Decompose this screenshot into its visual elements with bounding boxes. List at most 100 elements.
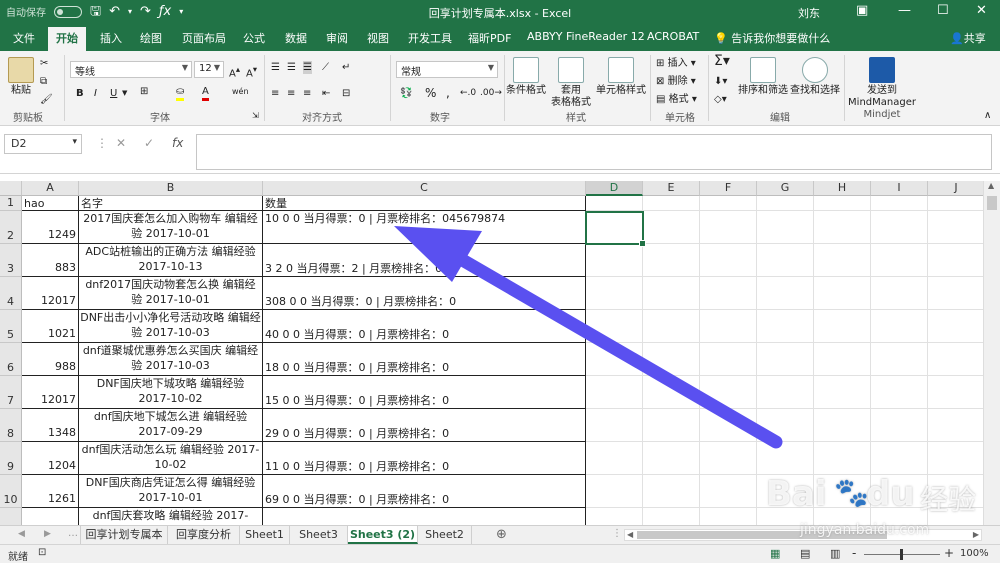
empty-cell[interactable]	[757, 376, 814, 409]
zoom-level[interactable]: 100%	[960, 548, 989, 559]
font-size-select[interactable]: 12 ▼	[194, 61, 224, 78]
empty-cell[interactable]	[928, 211, 985, 244]
column-header-h[interactable]: H	[814, 181, 871, 196]
row-header[interactable]: 1	[0, 196, 22, 211]
scroll-left-icon[interactable]: ◀	[627, 530, 633, 539]
empty-cell[interactable]	[814, 475, 871, 508]
sheet-prev-icon[interactable]: ◀	[18, 529, 25, 539]
decrease-decimal-icon[interactable]: .00→	[480, 87, 502, 100]
empty-cell[interactable]	[586, 343, 643, 376]
row-header[interactable]: 5	[0, 310, 22, 343]
table-format-button[interactable]: 套用 表格格式	[548, 57, 594, 109]
page-break-view-icon[interactable]: ▥	[830, 547, 840, 560]
phonetic-button[interactable]: wén	[232, 85, 249, 98]
empty-cell[interactable]	[643, 442, 700, 475]
merge-center-icon[interactable]: ⊟	[342, 87, 350, 100]
row-header[interactable]: 6	[0, 343, 22, 376]
cell-a[interactable]: 12017	[22, 376, 79, 409]
tab-view[interactable]: 视图	[367, 30, 389, 46]
cell-a[interactable]: 1021	[22, 310, 79, 343]
cell-b[interactable]: ADC站桩输出的正确方法 编辑经验 2017-10-13	[79, 244, 263, 277]
cell-a[interactable]: 1261	[22, 475, 79, 508]
empty-cell[interactable]	[700, 376, 757, 409]
empty-cell[interactable]	[757, 244, 814, 277]
align-right-icon[interactable]: ≡	[303, 87, 311, 100]
empty-cell[interactable]	[643, 310, 700, 343]
cell-c[interactable]: 40 0 0 当月得票：0 | 月票榜排名：0	[263, 310, 586, 343]
empty-cell[interactable]	[586, 508, 643, 525]
collapse-ribbon-icon[interactable]: ∧	[984, 109, 991, 122]
align-top-icon[interactable]: ☰	[271, 61, 280, 74]
font-dialog-launcher-icon[interactable]: ⇲	[252, 109, 259, 122]
empty-cell[interactable]	[871, 196, 928, 211]
cell-b[interactable]: DNF出击小小净化号活动攻略 编辑经验 2017-10-03	[79, 310, 263, 343]
cell-a[interactable]: 988	[22, 343, 79, 376]
empty-cell[interactable]	[586, 376, 643, 409]
row-header[interactable]	[0, 508, 22, 525]
cut-icon[interactable]: ✂	[40, 57, 48, 70]
column-header-b[interactable]: B	[79, 181, 263, 196]
empty-cell[interactable]	[814, 508, 871, 525]
underline-dropdown-icon[interactable]: ▼	[122, 87, 127, 100]
cell-a[interactable]: 12017	[22, 277, 79, 310]
cell-c[interactable]: 29 0 0 当月得票：0 | 月票榜排名：0	[263, 409, 586, 442]
zoom-in-button[interactable]: +	[944, 546, 954, 560]
enter-check-icon[interactable]: ✓	[144, 136, 154, 150]
column-header-f[interactable]: F	[700, 181, 757, 196]
column-header-e[interactable]: E	[643, 181, 700, 196]
maximize-icon[interactable]: ☐	[937, 3, 949, 18]
scroll-right-icon[interactable]: ▶	[973, 530, 979, 539]
cell-b[interactable]: dnf道聚城优惠券怎么买国庆 编辑经验 2017-10-03	[79, 343, 263, 376]
align-center-icon[interactable]: ≡	[287, 87, 295, 100]
decrease-font-icon[interactable]: A▾	[246, 63, 257, 80]
cell-b[interactable]: 2017国庆套怎么加入购物车 编辑经验 2017-10-01	[79, 211, 263, 244]
find-select-button[interactable]: 查找和选择	[790, 57, 840, 97]
accounting-icon[interactable]: 💱	[400, 87, 412, 100]
cancel-icon[interactable]: ✕	[116, 136, 126, 150]
sheet-next-icon[interactable]: ▶	[44, 529, 51, 539]
row-header[interactable]: 3	[0, 244, 22, 277]
empty-cell[interactable]	[700, 277, 757, 310]
cell-a[interactable]: 1348	[22, 409, 79, 442]
empty-cell[interactable]	[643, 475, 700, 508]
tell-me-box[interactable]: 💡 告诉我你想要做什么	[714, 30, 830, 46]
empty-cell[interactable]	[871, 442, 928, 475]
cell-b[interactable]: DNF国庆商店凭证怎么得 编辑经验 2017-10-01	[79, 475, 263, 508]
cell-c[interactable]: 18 0 0 当月得票：0 | 月票榜排名：0	[263, 343, 586, 376]
cell-a[interactable]	[22, 508, 79, 525]
column-header-i[interactable]: I	[871, 181, 928, 196]
empty-cell[interactable]	[871, 277, 928, 310]
tab-formulas[interactable]: 公式	[243, 30, 265, 46]
tab-page-layout[interactable]: 页面布局	[182, 30, 226, 46]
cell-c[interactable]: 308 0 0 当月得票：0 | 月票榜排名：0	[263, 277, 586, 310]
cell-c[interactable]: 69 0 0 当月得票：0 | 月票榜排名：0	[263, 475, 586, 508]
underline-button[interactable]: U	[110, 87, 117, 100]
empty-cell[interactable]	[643, 196, 700, 211]
sheet-tab-5[interactable]: Sheet3 (2)	[348, 526, 418, 544]
empty-cell[interactable]	[814, 244, 871, 277]
cell-b[interactable]: dnf国庆地下城怎么进 编辑经验 2017-09-29	[79, 409, 263, 442]
empty-cell[interactable]	[757, 409, 814, 442]
tab-acrobat[interactable]: ACROBAT	[647, 30, 699, 43]
cell-b[interactable]: dnf国庆活动怎么玩 编辑经验 2017-10-02	[79, 442, 263, 475]
percent-button[interactable]: %	[425, 87, 436, 100]
fill-color-icon[interactable]: ⛀	[176, 85, 185, 101]
empty-cell[interactable]	[928, 244, 985, 277]
format-painter-icon[interactable]: 🖌	[40, 93, 53, 106]
cell-b[interactable]: DNF国庆地下城攻略 编辑经验 2017-10-02	[79, 376, 263, 409]
cell-c[interactable]: 数量	[263, 196, 586, 211]
empty-cell[interactable]	[700, 211, 757, 244]
zoom-slider-thumb[interactable]	[900, 549, 903, 560]
insert-cells-button[interactable]: ⊞ 插入 ▾	[656, 57, 696, 70]
cell-a[interactable]: hao	[22, 196, 79, 211]
sheet-divider-icon[interactable]: ⋮	[612, 528, 622, 539]
empty-cell[interactable]	[871, 475, 928, 508]
empty-cell[interactable]	[586, 244, 643, 277]
indent-icon[interactable]: ⇤	[322, 87, 330, 100]
empty-cell[interactable]	[814, 409, 871, 442]
empty-cell[interactable]	[700, 343, 757, 376]
empty-cell[interactable]	[586, 196, 643, 211]
page-layout-view-icon[interactable]: ▤	[800, 547, 810, 560]
share-button[interactable]: 👤共享	[950, 30, 986, 46]
delete-cells-button[interactable]: ⊠ 删除 ▾	[656, 75, 696, 88]
